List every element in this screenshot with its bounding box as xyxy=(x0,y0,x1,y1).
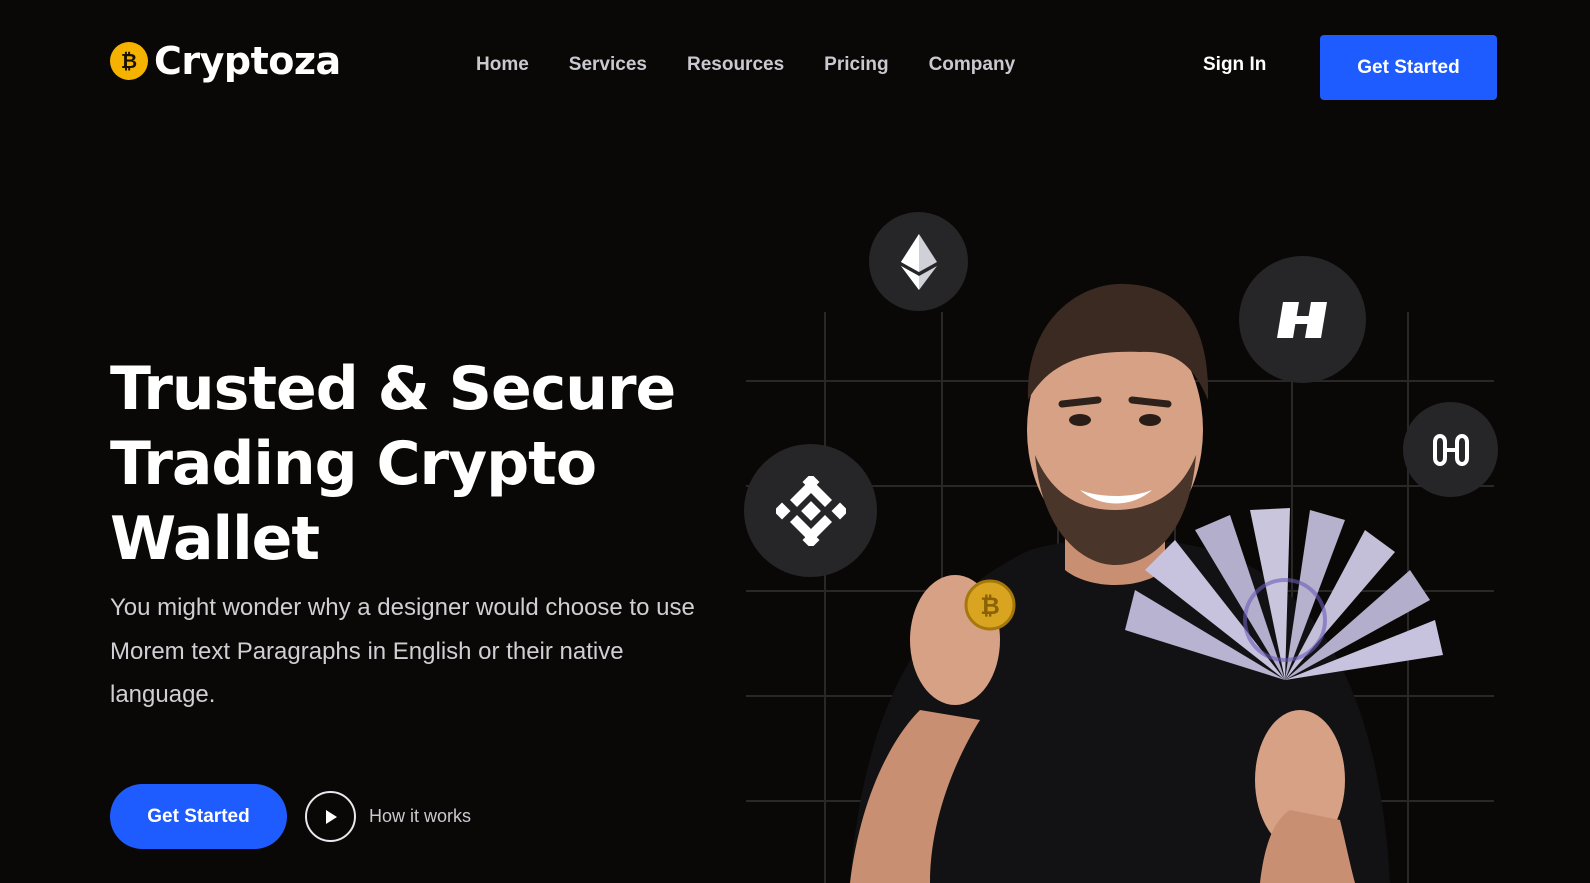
harmony-icon xyxy=(1239,256,1366,383)
hero-title-line: Trading Crypto xyxy=(110,429,597,499)
hero-title-line: Trusted & Secure xyxy=(110,354,676,424)
logo[interactable]: ₿ Cryptoza xyxy=(110,42,341,80)
play-icon xyxy=(305,791,356,842)
ethereum-icon xyxy=(869,212,968,311)
nav-item-company[interactable]: Company xyxy=(929,54,1016,76)
nav-item-home[interactable]: Home xyxy=(476,54,529,76)
bitcoin-icon: ₿ xyxy=(110,42,148,80)
svg-text:₿: ₿ xyxy=(121,49,137,73)
header-get-started-button[interactable]: Get Started xyxy=(1320,35,1497,100)
hero-title: Trusted & Secure Trading Crypto Wallet xyxy=(110,352,750,577)
hero-person-image: ₿ xyxy=(850,283,1443,883)
nav-item-resources[interactable]: Resources xyxy=(687,54,784,76)
how-it-works-label: How it works xyxy=(369,806,472,826)
hero-title-line: Wallet xyxy=(110,504,320,574)
brand-name: Cryptoza xyxy=(154,39,341,83)
main-nav: Home Services Resources Pricing Company xyxy=(476,54,1015,76)
how-it-works-button[interactable]: How it works xyxy=(305,791,471,842)
nav-item-pricing[interactable]: Pricing xyxy=(824,54,888,76)
svg-text:₿: ₿ xyxy=(980,592,1000,620)
binance-icon xyxy=(744,444,877,577)
nav-item-services[interactable]: Services xyxy=(569,54,647,76)
hero-description: You might wonder why a designer would ch… xyxy=(110,594,695,708)
hero-get-started-button[interactable]: Get Started xyxy=(110,784,287,849)
one-icon xyxy=(1403,402,1498,497)
sign-in-link[interactable]: Sign In xyxy=(1203,54,1266,76)
